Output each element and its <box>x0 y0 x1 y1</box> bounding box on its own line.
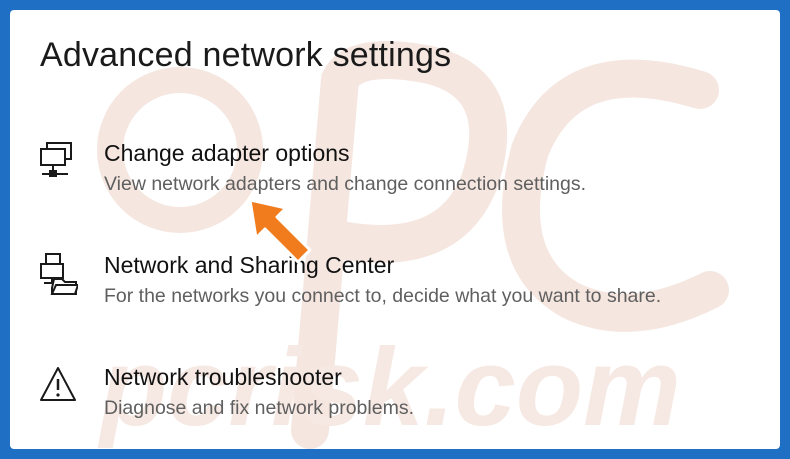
settings-panel: pcrisk.com Advanced network settings Cha… <box>10 10 780 449</box>
network-sharing-icon <box>38 252 80 296</box>
pointer-arrow-icon <box>248 198 312 264</box>
change-adapter-options-link[interactable]: Change adapter options View network adap… <box>38 140 778 220</box>
network-troubleshooter-label: Network troubleshooter <box>104 364 342 390</box>
network-troubleshooter-description: Diagnose and fix network problems. <box>104 397 414 419</box>
network-and-sharing-center-link[interactable]: Network and Sharing Center For the netwo… <box>38 252 778 332</box>
warning-triangle-icon <box>38 364 78 408</box>
network-adapter-icon <box>38 140 78 184</box>
page-title: Advanced network settings <box>40 36 452 74</box>
network-and-sharing-center-description: For the networks you connect to, decide … <box>104 285 662 307</box>
change-adapter-options-label: Change adapter options <box>104 140 350 166</box>
change-adapter-options-description: View network adapters and change connect… <box>104 173 587 195</box>
network-troubleshooter-link[interactable]: Network troubleshooter Diagnose and fix … <box>38 364 778 444</box>
